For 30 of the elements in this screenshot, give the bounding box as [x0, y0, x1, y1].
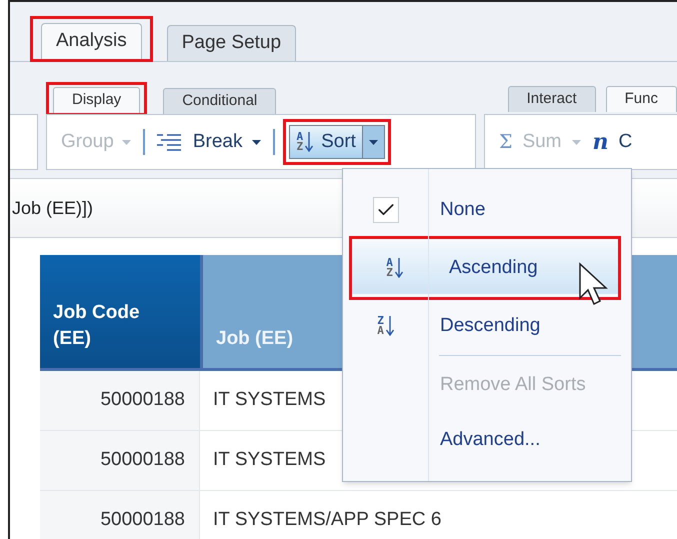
- list-lines-icon: [156, 133, 183, 151]
- toolbar-panel: [10, 114, 38, 170]
- sort-label: Sort: [321, 130, 356, 154]
- checkbox[interactable]: [372, 197, 398, 223]
- formula-text: Job (EE)]): [12, 196, 94, 220]
- table-cell: 50000188: [40, 371, 200, 430]
- sub-tab[interactable]: Interact: [508, 86, 596, 112]
- table-cell-text: IT SYSTEMS/APP SPEC 6: [213, 508, 442, 532]
- caret-icon: [572, 140, 581, 144]
- ribbon-tab[interactable]: Page Setup: [166, 25, 296, 61]
- sort-split-button[interactable]: A Z Sort: [289, 125, 385, 159]
- sub-tab[interactable]: Func: [606, 86, 677, 112]
- menu-item[interactable]: None: [343, 184, 631, 236]
- break-button[interactable]: Break: [156, 128, 262, 156]
- table-cell-text: IT SYSTEMS: [213, 388, 326, 412]
- count-button[interactable]: n C: [592, 126, 632, 158]
- table-cell: 50000188: [40, 491, 200, 539]
- sub-tab[interactable]: Conditional: [163, 88, 276, 114]
- table-cell-text: IT SYSTEMS: [213, 448, 326, 472]
- table-cell: 50000188: [40, 431, 200, 490]
- sub-tab[interactable]: Display: [53, 87, 140, 113]
- ribbon-tab[interactable]: Analysis: [41, 23, 142, 59]
- menu-item[interactable]: Advanced...: [343, 414, 631, 466]
- menu-item[interactable]: A Z Ascending: [352, 242, 618, 294]
- menu-item[interactable]: Z A Descending: [343, 300, 631, 352]
- mouse-cursor-icon: [578, 262, 610, 308]
- caret-icon: [368, 140, 378, 144]
- caret-icon: [122, 140, 131, 144]
- caret-icon: [252, 140, 262, 144]
- column-header[interactable]: Job Code (EE): [40, 255, 200, 371]
